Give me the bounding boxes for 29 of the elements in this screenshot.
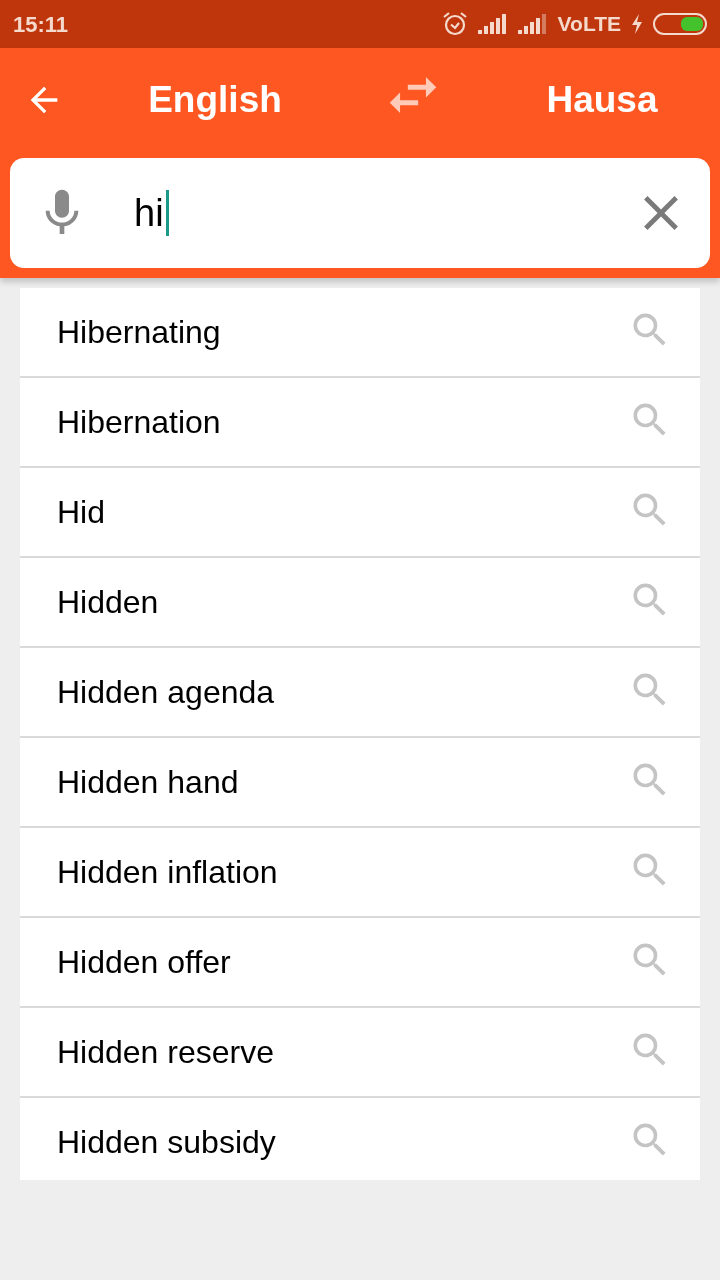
suggestion-text: Hid (57, 493, 105, 532)
suggestion-item[interactable]: Hibernating (20, 288, 700, 378)
suggestion-item[interactable]: Hidden subsidy (20, 1098, 700, 1180)
suggestion-item[interactable]: Hidden agenda (20, 648, 700, 738)
battery-icon (653, 13, 707, 35)
suggestion-text: Hidden offer (57, 943, 231, 982)
suggestion-item[interactable]: Hibernation (20, 378, 700, 468)
suggestion-item[interactable]: Hidden (20, 558, 700, 648)
status-time: 15:11 (13, 10, 69, 39)
suggestion-item[interactable]: Hidden inflation (20, 828, 700, 918)
suggestion-text: Hibernating (57, 313, 221, 352)
search-bar[interactable]: hi (10, 158, 710, 268)
search-input[interactable]: hi (134, 190, 169, 236)
suggestion-text: Hidden agenda (57, 673, 275, 712)
suggestion-item[interactable]: Hidden hand (20, 738, 700, 828)
signal-icon (477, 14, 508, 34)
suggestion-text: Hidden inflation (57, 853, 278, 892)
suggestion-text: Hidden reserve (57, 1033, 274, 1072)
suggestion-item[interactable]: Hidden offer (20, 918, 700, 1008)
suggestion-item[interactable]: Hidden reserve (20, 1008, 700, 1098)
signal-icon (517, 14, 548, 34)
suggestion-text: Hibernation (57, 403, 221, 442)
suggestion-item[interactable]: Hid (20, 468, 700, 558)
charging-bolt-icon (631, 14, 643, 34)
suggestion-text: Hidden hand (57, 763, 239, 802)
network-type: VoLTE (557, 11, 621, 38)
alarm-clock-icon (441, 11, 468, 37)
suggestion-text: Hidden (57, 583, 159, 622)
suggestion-text: Hidden subsidy (57, 1123, 276, 1162)
